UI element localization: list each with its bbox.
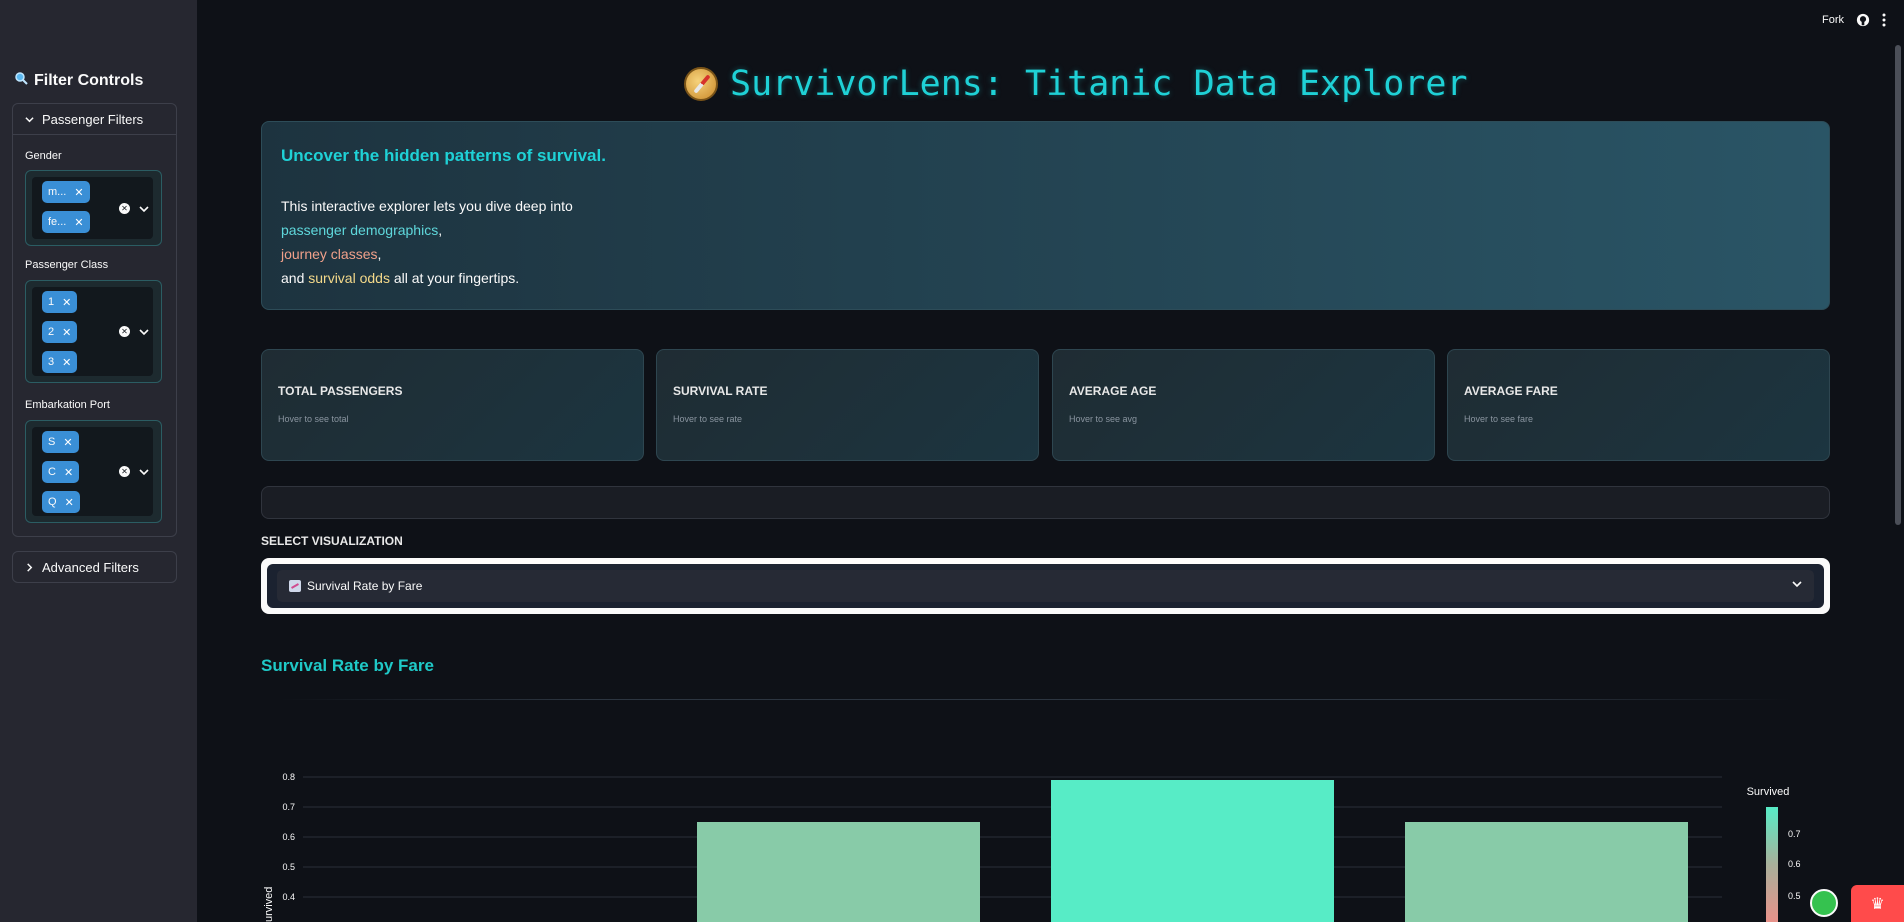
section-title: Survival Rate by Fare xyxy=(261,656,434,675)
port-tag[interactable]: S ✕ xyxy=(42,431,79,453)
bar[interactable] xyxy=(1405,822,1688,922)
y-tick-label: 0.5 xyxy=(282,862,295,872)
chevron-down-icon xyxy=(25,116,34,122)
top-toolbar: Fork xyxy=(1822,0,1904,40)
remove-tag-icon[interactable]: ✕ xyxy=(62,326,71,339)
chevron-down-icon[interactable] xyxy=(1792,579,1802,589)
class-tag[interactable]: 2 ✕ xyxy=(42,321,78,343)
colorbar-title: Survived xyxy=(1747,786,1790,798)
chevron-right-icon xyxy=(27,563,33,572)
visualization-select[interactable]: Survival Rate by Fare xyxy=(261,558,1830,614)
select-visualization-label: SELECT VISUALIZATION xyxy=(261,534,403,548)
intro-line-2: passenger demographics, xyxy=(281,222,443,238)
metric-card-average-age[interactable]: AVERAGE AGE Hover to see avg xyxy=(1052,349,1435,461)
y-tick-label: 0.6 xyxy=(282,832,295,842)
intro-line-4: and survival odds all at your fingertips… xyxy=(281,270,520,286)
passenger-class-multiselect[interactable]: 1 ✕ 2 ✕ 3 ✕ ✕ xyxy=(25,280,162,383)
metric-card-average-fare[interactable]: AVERAGE FARE Hover to see fare xyxy=(1447,349,1830,461)
advanced-filters-expander[interactable]: Advanced Filters xyxy=(12,551,177,583)
streamlit-avatar-icon[interactable] xyxy=(1810,889,1838,917)
survival-rate-chart: Survived Survived 0.7 0.6 0.5 0.4 0.5 0.6 0.7… xyxy=(263,772,1801,922)
bar[interactable] xyxy=(1051,780,1334,922)
colorbar xyxy=(1766,807,1778,922)
class-tag[interactable]: 3 ✕ xyxy=(42,351,78,373)
colorbar-tick-label: 0.6 xyxy=(1788,859,1801,869)
remove-tag-icon[interactable]: ✕ xyxy=(65,496,74,509)
embarkation-port-multiselect[interactable]: S ✕ C ✕ Q ✕ ✕ xyxy=(25,420,162,523)
page-title: SurvivorLens: Titanic Data Explorer xyxy=(684,64,1468,104)
remove-tag-icon[interactable]: ✕ xyxy=(64,466,73,479)
metric-card-survival-rate[interactable]: SURVIVAL RATE Hover to see rate xyxy=(656,349,1039,461)
y-tick-label: 0.7 xyxy=(282,802,295,812)
metric-card-total-passengers[interactable]: TOTAL PASSENGERS Hover to see total xyxy=(261,349,644,461)
gender-tag[interactable]: m... ✕ xyxy=(42,181,90,203)
chart-icon xyxy=(289,580,301,592)
scrollbar[interactable] xyxy=(1895,45,1901,525)
intro-card: Uncover the hidden patterns of survival.… xyxy=(261,121,1830,310)
remove-tag-icon[interactable]: ✕ xyxy=(62,356,71,369)
section-divider xyxy=(280,699,1790,700)
sidebar: Filter Controls Passenger Filters Gender… xyxy=(0,0,197,922)
sidebar-title: Filter Controls xyxy=(14,71,143,90)
clear-all-icon[interactable]: ✕ xyxy=(119,203,130,214)
chevron-down-icon[interactable] xyxy=(139,204,149,214)
y-tick-label: 0.4 xyxy=(282,892,295,902)
embarkation-port-label: Embarkation Port xyxy=(25,399,110,411)
colorbar-tick-label: 0.7 xyxy=(1788,829,1801,839)
remove-tag-icon[interactable]: ✕ xyxy=(62,296,71,309)
github-icon[interactable] xyxy=(1856,13,1870,27)
search-icon xyxy=(14,71,28,90)
remove-tag-icon[interactable]: ✕ xyxy=(74,186,83,199)
gender-label: Gender xyxy=(25,150,62,162)
intro-heading: Uncover the hidden patterns of survival. xyxy=(281,146,606,165)
remove-tag-icon[interactable]: ✕ xyxy=(74,216,83,229)
class-tag[interactable]: 1 ✕ xyxy=(42,291,78,313)
advanced-filters-header[interactable]: Advanced Filters xyxy=(13,552,176,583)
y-axis-label: Survived xyxy=(263,887,275,922)
kebab-menu-icon[interactable] xyxy=(1882,13,1886,27)
empty-container xyxy=(261,486,1830,519)
chevron-down-icon[interactable] xyxy=(139,327,149,337)
colorbar-tick-label: 0.5 xyxy=(1788,891,1801,901)
y-tick-label: 0.8 xyxy=(282,772,295,782)
remove-tag-icon[interactable]: ✕ xyxy=(63,436,72,449)
bar[interactable] xyxy=(697,822,980,922)
crown-icon[interactable]: ♛ xyxy=(1851,885,1904,922)
gender-tag[interactable]: fe... ✕ xyxy=(42,211,90,233)
clear-all-icon[interactable]: ✕ xyxy=(119,326,130,337)
gender-multiselect[interactable]: m... ✕ fe... ✕ ✕ xyxy=(25,170,162,246)
passenger-class-label: Passenger Class xyxy=(25,259,109,271)
fork-button[interactable]: Fork xyxy=(1822,14,1844,26)
intro-line-1: This interactive explorer lets you dive … xyxy=(281,198,573,214)
compass-icon xyxy=(684,67,718,101)
intro-line-3: journey classes, xyxy=(281,246,382,262)
visualization-select-field[interactable]: Survival Rate by Fare xyxy=(277,570,1814,602)
port-tag[interactable]: Q ✕ xyxy=(42,491,80,513)
port-tag[interactable]: C ✕ xyxy=(42,461,80,483)
passenger-filters-header[interactable]: Passenger Filters xyxy=(13,104,176,135)
clear-all-icon[interactable]: ✕ xyxy=(119,466,130,477)
chevron-down-icon[interactable] xyxy=(139,467,149,477)
